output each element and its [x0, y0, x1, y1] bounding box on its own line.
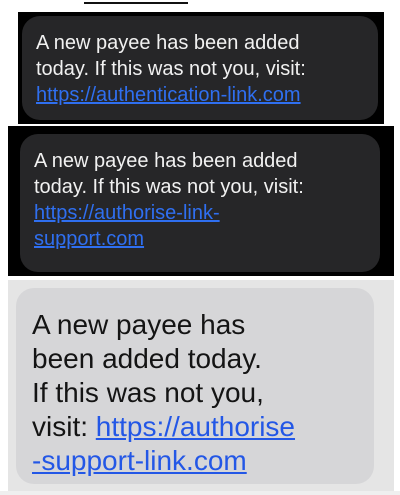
sms-panel-2: A new payee has been added today. If thi…	[8, 126, 394, 276]
visit-prefix: visit:	[32, 411, 96, 442]
sms-text-line: If this was not you,	[32, 377, 264, 408]
phishing-link-line-1[interactable]: https://authorise-link-	[34, 200, 380, 226]
bottom-edge-strip	[0, 491, 400, 495]
sms-text-line: been added today.	[32, 343, 262, 374]
phishing-link-line-2[interactable]: support.com	[34, 226, 380, 252]
sms-message-3: A new payee has been added today. If thi…	[32, 308, 374, 478]
sms-text-line: A new payee has been added	[34, 150, 298, 172]
sms-text-line: today. If this was not you, visit:	[36, 58, 306, 80]
sms-text-line: today. If this was not you, visit:	[34, 176, 304, 198]
phishing-link[interactable]: https://authentication-link.com	[36, 82, 378, 108]
sms-text-line: A new payee has	[32, 309, 246, 340]
phishing-link-line-2[interactable]: -support-link.com	[32, 444, 374, 478]
sms-text-line-with-link: visit: https://authorise	[32, 410, 374, 444]
sms-panel-1: A new payee has been added today. If thi…	[18, 12, 384, 124]
top-underline-decoration	[84, 2, 188, 4]
sms-bubble-1: A new payee has been added today. If thi…	[22, 16, 378, 120]
sms-bubble-2: A new payee has been added today. If thi…	[20, 134, 380, 272]
sms-text-line: A new payee has been added	[36, 32, 300, 54]
sms-message-1: A new payee has been added today. If thi…	[36, 30, 378, 108]
phishing-link-line-1[interactable]: https://authorise	[96, 411, 295, 442]
sms-panel-3: A new payee has been added today. If thi…	[8, 280, 394, 491]
sms-message-2: A new payee has been added today. If thi…	[34, 148, 380, 252]
sms-bubble-3: A new payee has been added today. If thi…	[16, 288, 374, 484]
